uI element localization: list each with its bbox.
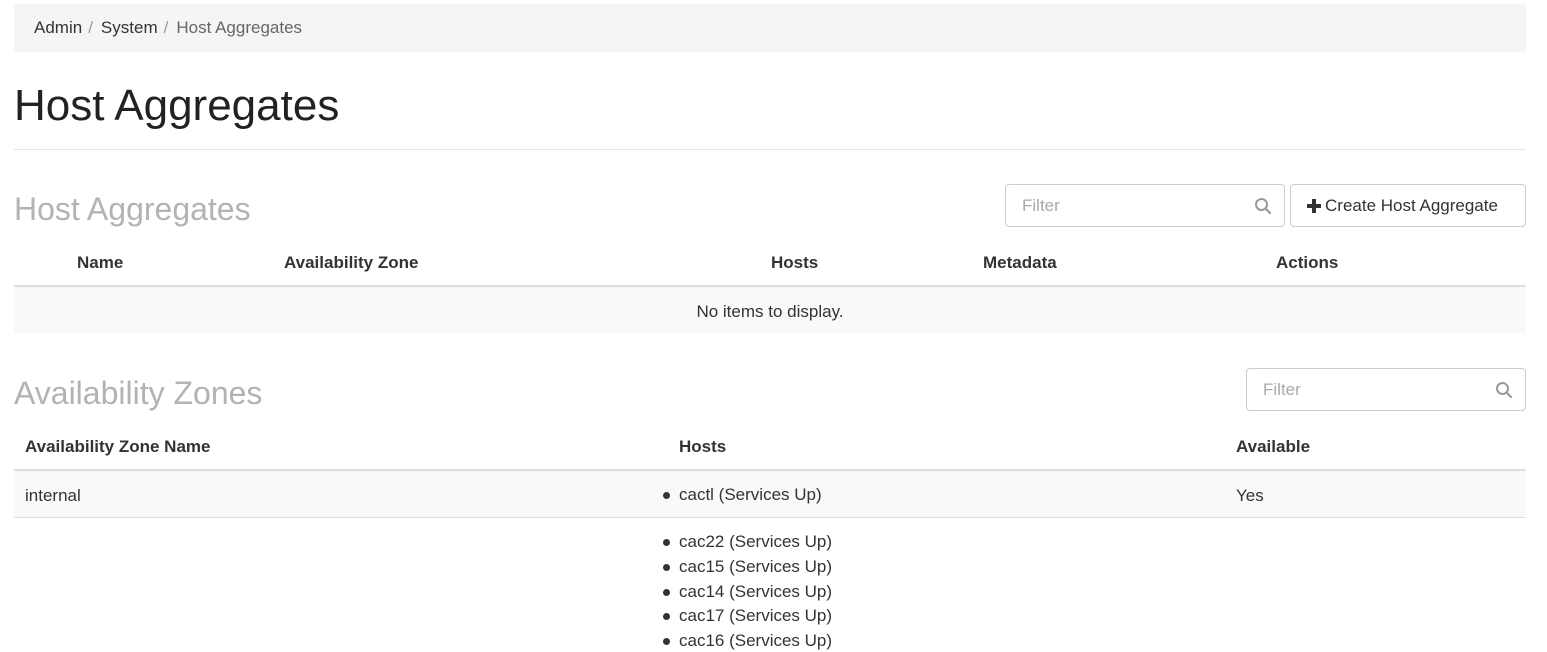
host-entry: cac17 (Services Up) xyxy=(679,606,833,626)
column-header-actions: Actions xyxy=(1276,253,1339,272)
host-aggregates-filter-input[interactable] xyxy=(1022,196,1222,216)
breadcrumb-system-link[interactable]: System xyxy=(101,18,158,38)
host-entry: cac16 (Services Up) xyxy=(679,631,833,651)
host-entry: cac15 (Services Up) xyxy=(679,556,833,576)
title-divider xyxy=(14,149,1526,150)
list-item: cac17 (Services Up) xyxy=(660,604,832,629)
host-aggregates-filter[interactable] xyxy=(1005,184,1285,227)
column-header-availability-zone[interactable]: Availability Zone xyxy=(284,253,418,273)
availability-zones-filter[interactable] xyxy=(1246,368,1526,411)
search-icon[interactable] xyxy=(1254,197,1272,215)
column-header-hosts[interactable]: Hosts xyxy=(771,253,818,273)
host-list: cactl (Services Up) xyxy=(660,483,822,508)
host-aggregates-section-title: Host Aggregates xyxy=(14,191,251,227)
column-header-metadata[interactable]: Metadata xyxy=(983,253,1057,273)
column-header-hosts[interactable]: Hosts xyxy=(679,437,726,457)
list-item: cac22 (Services Up) xyxy=(660,530,832,555)
available-cell: Yes xyxy=(1236,486,1264,505)
zone-name-cell: internal xyxy=(25,486,81,505)
create-host-aggregate-label: Create Host Aggregate xyxy=(1325,195,1498,215)
availability-zones-section-title: Availability Zones xyxy=(14,375,263,411)
host-entry: cac14 (Services Up) xyxy=(679,581,833,601)
host-list: cac22 (Services Up) cac15 (Services Up) … xyxy=(660,530,832,652)
column-header-name[interactable]: Name xyxy=(77,253,123,273)
column-header-available[interactable]: Available xyxy=(1236,437,1310,457)
breadcrumb-admin-link[interactable]: Admin xyxy=(34,18,82,38)
search-icon[interactable] xyxy=(1495,381,1513,399)
breadcrumb-separator: / xyxy=(163,18,169,37)
plus-icon xyxy=(1307,198,1321,213)
bullet-icon xyxy=(663,613,670,621)
breadcrumb-current: Host Aggregates xyxy=(176,18,303,37)
page: Admin / System / Host Aggregates Host Ag… xyxy=(0,0,1547,652)
bullet-icon xyxy=(663,492,670,499)
bullet-icon xyxy=(663,563,670,571)
row-divider xyxy=(14,517,1526,518)
page-title: Host Aggregates xyxy=(14,81,340,130)
bullet-icon xyxy=(663,638,670,646)
breadcrumb-separator: / xyxy=(88,18,93,37)
create-host-aggregate-button[interactable]: Create Host Aggregate xyxy=(1290,184,1526,227)
host-entry: cactl (Services Up) xyxy=(679,485,822,504)
list-item: cac16 (Services Up) xyxy=(660,629,832,652)
bullet-icon xyxy=(663,588,670,596)
list-item: cac15 (Services Up) xyxy=(660,555,832,580)
empty-table-message: No items to display. xyxy=(14,287,1526,333)
host-entry: cac22 (Services Up) xyxy=(679,532,833,551)
bullet-icon xyxy=(663,539,670,546)
availability-zones-filter-input[interactable] xyxy=(1263,380,1463,400)
list-item: cactl (Services Up) xyxy=(660,483,822,508)
column-header-availability-zone-name[interactable]: Availability Zone Name xyxy=(25,437,210,457)
list-item: cac14 (Services Up) xyxy=(660,580,832,605)
breadcrumb: Admin / System / Host Aggregates xyxy=(14,4,1526,52)
